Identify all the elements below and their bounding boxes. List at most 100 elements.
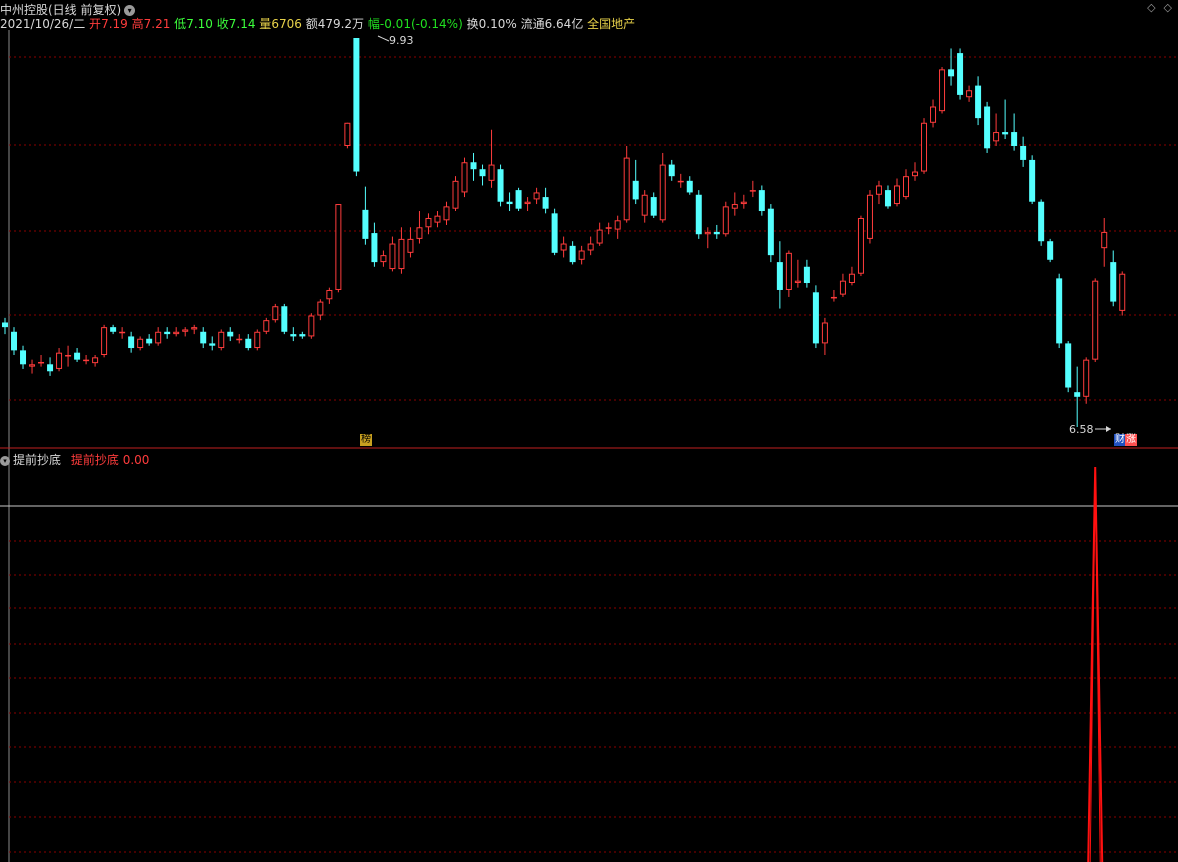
- float-label: 流通: [520, 17, 545, 31]
- change-value: -0.01(-0.14%): [379, 17, 463, 31]
- candle-body-down: [227, 331, 234, 337]
- candle-body-down: [362, 209, 369, 239]
- candle-body-up: [830, 296, 837, 299]
- candle-body-up: [659, 164, 666, 221]
- candle-body-up: [218, 331, 225, 349]
- candle-body-up: [866, 194, 873, 239]
- low-value: 7.10: [186, 17, 213, 31]
- candle-body-down: [975, 85, 982, 119]
- indicator-name[interactable]: 提前抄底: [13, 453, 61, 467]
- low-price-marker: 6.58: [1069, 423, 1094, 436]
- diamond-icon[interactable]: ◇: [1147, 1, 1155, 14]
- volume-label: 量: [259, 17, 272, 31]
- candle-body-up: [434, 215, 441, 223]
- candle-body-up: [731, 204, 738, 209]
- sector-link[interactable]: 全国地产: [587, 17, 635, 31]
- low-label: 低: [174, 17, 187, 31]
- turnover-label: 换: [466, 17, 479, 31]
- candle-body-up: [875, 185, 882, 195]
- candle-body-up: [794, 280, 801, 284]
- indicator-series-label: 提前抄底: [70, 453, 119, 467]
- candle-body-down: [957, 53, 964, 95]
- candle-body-up: [930, 106, 937, 123]
- candle-body-up: [740, 201, 747, 205]
- candle-body-up: [993, 132, 1000, 142]
- tag-zhang[interactable]: 涨: [1125, 434, 1137, 446]
- open-label: 开: [89, 17, 102, 31]
- grid-lines: [0, 30, 1178, 862]
- candle-body-down: [497, 169, 504, 202]
- candle-body-down: [47, 364, 54, 372]
- candle-body-down: [1074, 392, 1081, 397]
- candle-body-up: [182, 329, 189, 332]
- candle-body-up: [488, 164, 495, 181]
- candle-body-up: [857, 217, 864, 274]
- price-markers: [377, 35, 1111, 432]
- candle-body-up: [101, 327, 108, 356]
- turnover-value: 0.10%: [478, 17, 517, 31]
- candle-body-up: [939, 69, 946, 112]
- candle-body-down: [245, 338, 252, 349]
- amount-value: 479.2万: [317, 17, 365, 31]
- candle-body-up: [749, 190, 756, 192]
- candle-body-up: [137, 338, 144, 349]
- high-price-marker: 9.93: [389, 34, 414, 47]
- candle-body-down: [569, 245, 576, 263]
- candle-body-up: [443, 206, 450, 221]
- candle-body-down: [11, 331, 18, 351]
- close-icon[interactable]: ◇: [1164, 1, 1172, 14]
- candle-body-down: [164, 331, 171, 335]
- candle-body-up: [398, 238, 405, 270]
- candle-body-down: [299, 334, 306, 337]
- candle-body-up: [236, 338, 243, 341]
- candle-body-down: [632, 180, 639, 200]
- candle-body-down: [695, 194, 702, 235]
- open-value: 7.19: [101, 17, 128, 31]
- candle-body-up: [704, 231, 711, 235]
- candle-body-down: [110, 327, 117, 332]
- tag-bang[interactable]: 榜: [360, 434, 372, 446]
- candle-body-up: [903, 176, 909, 198]
- candle-body-up: [344, 122, 351, 146]
- candle-body-down: [1020, 145, 1027, 160]
- close-value: 7.14: [228, 17, 256, 31]
- candle-body-up: [677, 180, 684, 183]
- candle-body-down: [146, 338, 153, 344]
- candle-body-down: [1029, 159, 1036, 202]
- candle-body-down: [470, 162, 477, 170]
- window-controls: ◇ ◇: [1139, 1, 1172, 14]
- candle-body-down: [713, 231, 720, 235]
- candle-body-up: [614, 220, 621, 230]
- candle-body-up: [308, 315, 315, 337]
- candle-body-down: [479, 169, 486, 177]
- candle-body-down: [758, 190, 765, 212]
- candle-body-up: [966, 90, 973, 98]
- candle-body-down: [1047, 241, 1054, 260]
- indicator-plot: [1087, 466, 1104, 862]
- candle-body-up: [38, 361, 45, 364]
- candle-body-up: [29, 364, 36, 367]
- candle-body-up: [389, 243, 396, 270]
- candle-body-up: [605, 227, 612, 229]
- candlestick-chart[interactable]: [0, 0, 1178, 862]
- candle-body-down: [1002, 132, 1009, 135]
- candle-body-down: [1011, 132, 1018, 146]
- candle-body-down: [1056, 278, 1063, 344]
- change-label: 幅: [367, 17, 380, 31]
- close-label: 收: [216, 17, 229, 31]
- candles: [2, 38, 1126, 427]
- candle-body-up: [560, 243, 567, 251]
- candle-body-down: [74, 352, 81, 360]
- amount-label: 额: [305, 17, 318, 31]
- candle-body-up: [425, 217, 432, 228]
- candle-body-down: [767, 208, 774, 256]
- candle-body-up: [1092, 280, 1099, 360]
- candle-body-down: [515, 190, 522, 209]
- candle-body-up: [416, 227, 423, 239]
- candle-body-up: [893, 185, 900, 205]
- candle-body-up: [912, 171, 919, 177]
- candle-body-up: [533, 192, 540, 200]
- chevron-down-icon[interactable]: ▾: [0, 455, 10, 466]
- candle-body-up: [407, 238, 414, 253]
- candle-body-down: [984, 106, 991, 149]
